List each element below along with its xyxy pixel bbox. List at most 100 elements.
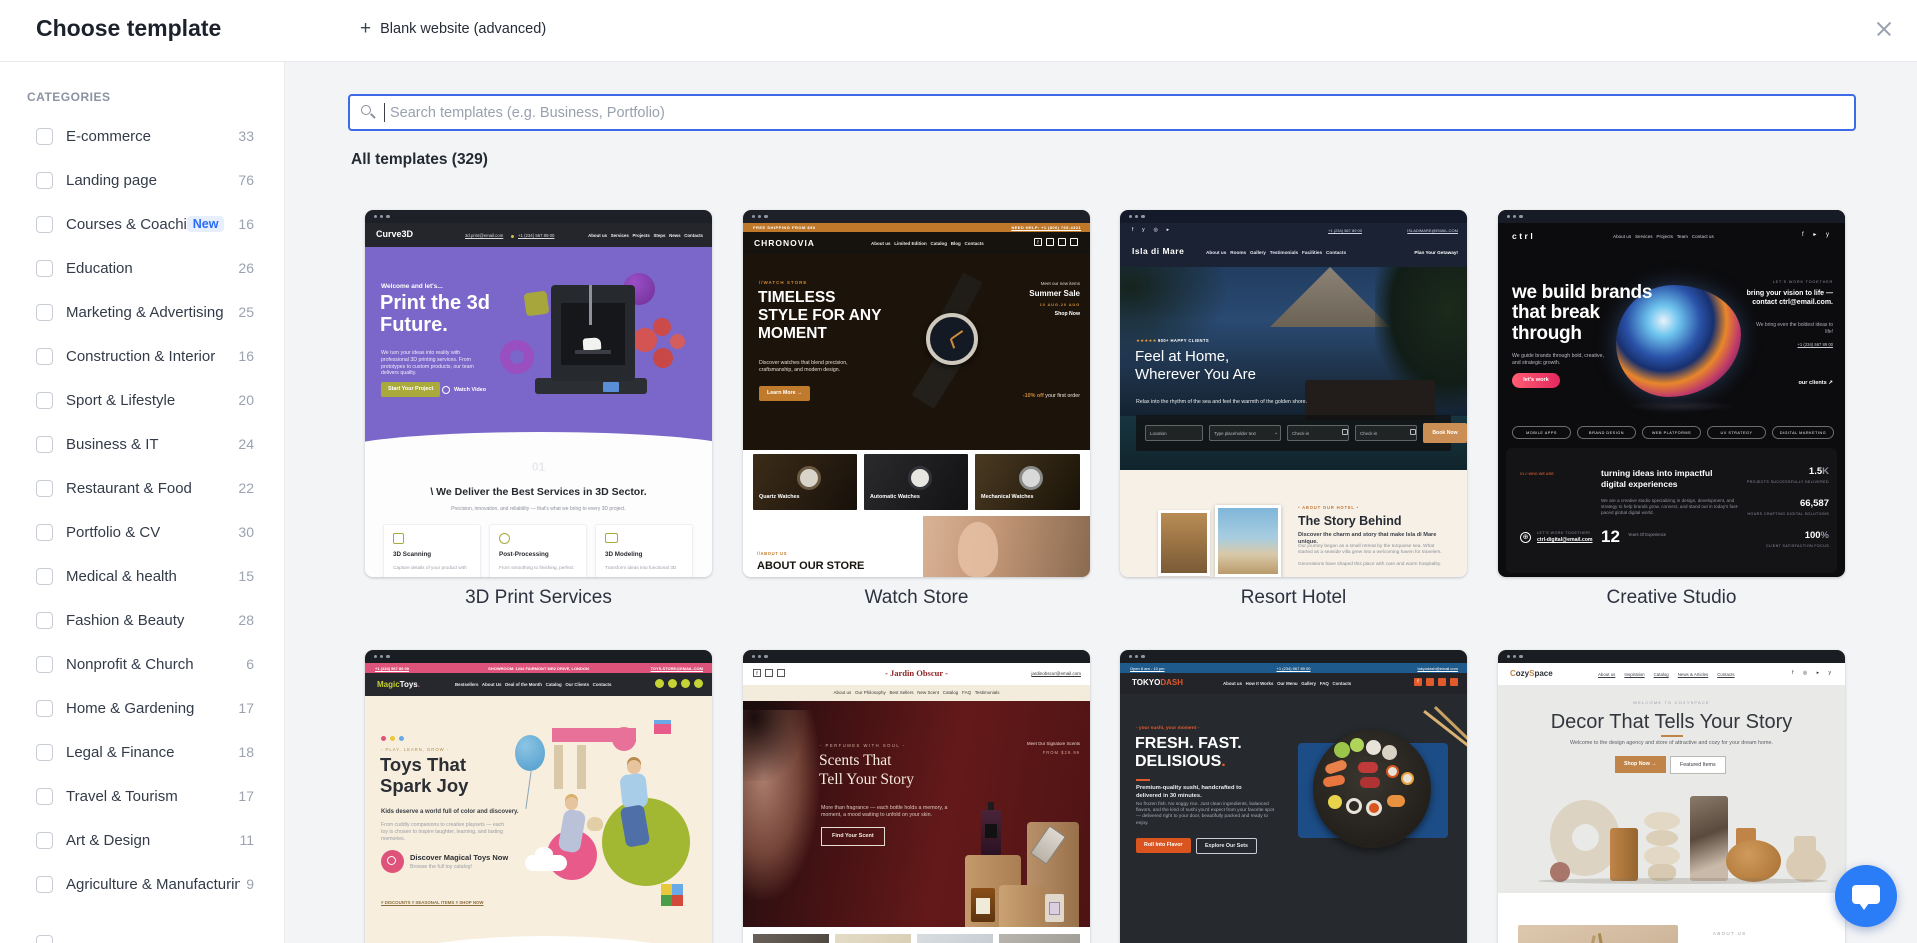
site-logo: Isla di Mare: [1132, 246, 1184, 257]
spiky-graphic: [670, 334, 685, 349]
category-count: 16: [238, 216, 254, 232]
category-tile: Automatic Watches: [864, 454, 968, 510]
years-number: 12: [1601, 526, 1620, 548]
checkbox[interactable]: [36, 348, 53, 365]
sidebar-item-travel-tourism[interactable]: Travel & Tourism17: [0, 774, 284, 818]
template-card-watch-store[interactable]: FREE SHIPPING FROM $50 NEED HELP: +1 (80…: [743, 210, 1090, 577]
chevron-down-icon: ⌄: [1274, 430, 1278, 436]
watch-thumb: [797, 466, 821, 490]
browser-chrome: [1498, 210, 1845, 223]
sidebar-item-home-gardening[interactable]: Home & Gardening17: [0, 686, 284, 730]
block-graphic: [661, 884, 672, 895]
sidebar-item-art-design[interactable]: Art & Design 11: [0, 818, 284, 862]
category-label: Art & Design: [66, 832, 233, 849]
sushi: [1334, 742, 1350, 758]
search-input[interactable]: [348, 94, 1856, 131]
template-card-perfume[interactable]: f - Jardin Obscur - jardinobscur@email.c…: [743, 650, 1090, 943]
checkbox[interactable]: [36, 436, 53, 453]
sushi: [1387, 795, 1405, 807]
sidebar-item-sport-lifestyle[interactable]: Sport & Lifestyle20: [0, 378, 284, 422]
checkbox[interactable]: [36, 172, 53, 189]
template-card-creative-studio[interactable]: ctrl About us Services Projects Team Con…: [1498, 210, 1845, 577]
about-label: ABOUT US: [1713, 931, 1747, 937]
sidebar-item-e-commerce[interactable]: E-commerce33: [0, 114, 284, 158]
booking-field-checkout: Check-in: [1355, 425, 1417, 441]
checkbox[interactable]: [36, 480, 53, 497]
close-button[interactable]: [1871, 16, 1897, 42]
sidebar-item-marketing-advertising[interactable]: Marketing & Advertising25: [0, 290, 284, 334]
category-count: 17: [238, 700, 254, 716]
checkbox[interactable]: [36, 260, 53, 277]
tag-pill: UX STRATEGY: [1707, 426, 1766, 439]
vase-wood: [1610, 828, 1638, 881]
category-label: Medical & health: [66, 568, 232, 585]
checkbox[interactable]: [36, 392, 53, 409]
checkbox[interactable]: [36, 876, 53, 893]
hero-body: Discover watches that blend precision, c…: [759, 360, 863, 374]
checkbox[interactable]: [36, 216, 53, 233]
site-phone: +1 (234) 567 89 00: [518, 233, 554, 239]
category-label: Landing page: [66, 172, 232, 189]
template-card-toys[interactable]: +1 (234) 567 89 00 SHOWROOM: 1234 FAIRMO…: [365, 650, 712, 943]
blank-website-label: Blank website (advanced): [380, 21, 546, 37]
youtube-icon: [694, 679, 703, 688]
torus-graphic: [500, 340, 534, 374]
checkbox[interactable]: [36, 744, 53, 761]
vase-marble: [1690, 796, 1728, 881]
sushi: [1358, 762, 1378, 773]
template-card-sushi[interactable]: Open 8 am - 10 pm +1 (234) 567 89 00 tok…: [1120, 650, 1467, 943]
blank-website-button[interactable]: + Blank website (advanced): [352, 13, 554, 44]
template-card-decor[interactable]: CozySpace About usInspirationCatalogNews…: [1498, 650, 1845, 943]
template-card-3d-print-services[interactable]: Curve3D 3d.print@email.com +1 (234) 567 …: [365, 210, 712, 577]
tag-pill: DIGITAL MARKETING: [1772, 426, 1834, 439]
plus-icon: +: [360, 19, 371, 38]
hero-body: From cuddly companions to creative plays…: [381, 822, 511, 842]
sidebar-item-landing-page[interactable]: Landing page 76: [0, 158, 284, 202]
stars: ★★★★★ 900+ HAPPY CLIENTS: [1136, 338, 1209, 344]
stat-label: CLIENT SATISFACTION FOCUS: [1766, 544, 1829, 549]
hero-body: No frozen fish. No soggy rice. Just clea…: [1136, 802, 1278, 827]
checkbox[interactable]: [36, 568, 53, 585]
sidebar-item-education[interactable]: Education26: [0, 246, 284, 290]
template-card-resort-hotel[interactable]: f y ◎ ▸ +1 (234) 567 89 00 ISLADIMARE@EM…: [1120, 210, 1467, 577]
sidebar-item-construction-interior[interactable]: Construction & Interior16: [0, 334, 284, 378]
checkbox[interactable]: [36, 788, 53, 805]
site-logo: CHRONOVIA: [754, 238, 815, 249]
dot-icon: [399, 736, 404, 741]
promo-text: Meet Our Signature Scents: [1027, 741, 1080, 747]
feature-title: 3D Scanning: [393, 551, 431, 559]
sidebar-item-legal-finance[interactable]: Legal & Finance18: [0, 730, 284, 774]
checkbox[interactable]: [36, 524, 53, 541]
hero-kicker: - your sushi, your moment -: [1136, 726, 1199, 732]
chat-widget-button[interactable]: [1835, 865, 1897, 927]
sidebar-item-portfolio-cv[interactable]: Portfolio & CV30: [0, 510, 284, 554]
template-preview: f y ◎ ▸ +1 (234) 567 89 00 ISLADIMARE@EM…: [1120, 210, 1467, 577]
years-label: Years Of Experience: [1628, 532, 1668, 537]
hero-body: We guide brands through bold, creative, …: [1512, 353, 1604, 367]
checkbox[interactable]: [36, 935, 53, 943]
checkbox[interactable]: [36, 656, 53, 673]
site-email: 3d.print@email.com: [465, 233, 503, 239]
sidebar-item-restaurant-food[interactable]: Restaurant & Food22: [0, 466, 284, 510]
sidebar-item-agriculture-manufacturing[interactable]: Agriculture & Manufacturing9: [0, 862, 284, 906]
category-count: 11: [239, 832, 254, 848]
sidebar-item-courses-coaching[interactable]: Courses & CoachingNew16: [0, 202, 284, 246]
site-logo: TOKYODASH: [1132, 678, 1183, 688]
sidebar-item-business-it[interactable]: Business & IT24: [0, 422, 284, 466]
pink-circle: [612, 727, 636, 751]
wolf-figure: [583, 337, 602, 350]
sidebar-item-fashion-beauty[interactable]: Fashion & Beauty28: [0, 598, 284, 642]
sidebar-item-nonprofit-church[interactable]: Nonprofit & Church6: [0, 642, 284, 686]
site-nav: About us Services Projects Steps News Co…: [588, 233, 703, 239]
stat-label: HOURS CRAFTING DIGITAL SOLUTIONS: [1748, 512, 1830, 517]
dialog-header: Choose template + Blank website (advance…: [0, 0, 1917, 62]
checkbox[interactable]: [36, 700, 53, 717]
checkbox[interactable]: [36, 304, 53, 321]
checkbox[interactable]: [36, 832, 53, 849]
sidebar-item-medical-health[interactable]: Medical & health15: [0, 554, 284, 598]
category-count: 76: [238, 172, 254, 188]
who-kicker: 01 // WHO WE ARE: [1520, 472, 1554, 477]
checkbox[interactable]: [36, 612, 53, 629]
checkbox[interactable]: [36, 128, 53, 145]
feature-title: Post-Processing: [499, 551, 549, 559]
